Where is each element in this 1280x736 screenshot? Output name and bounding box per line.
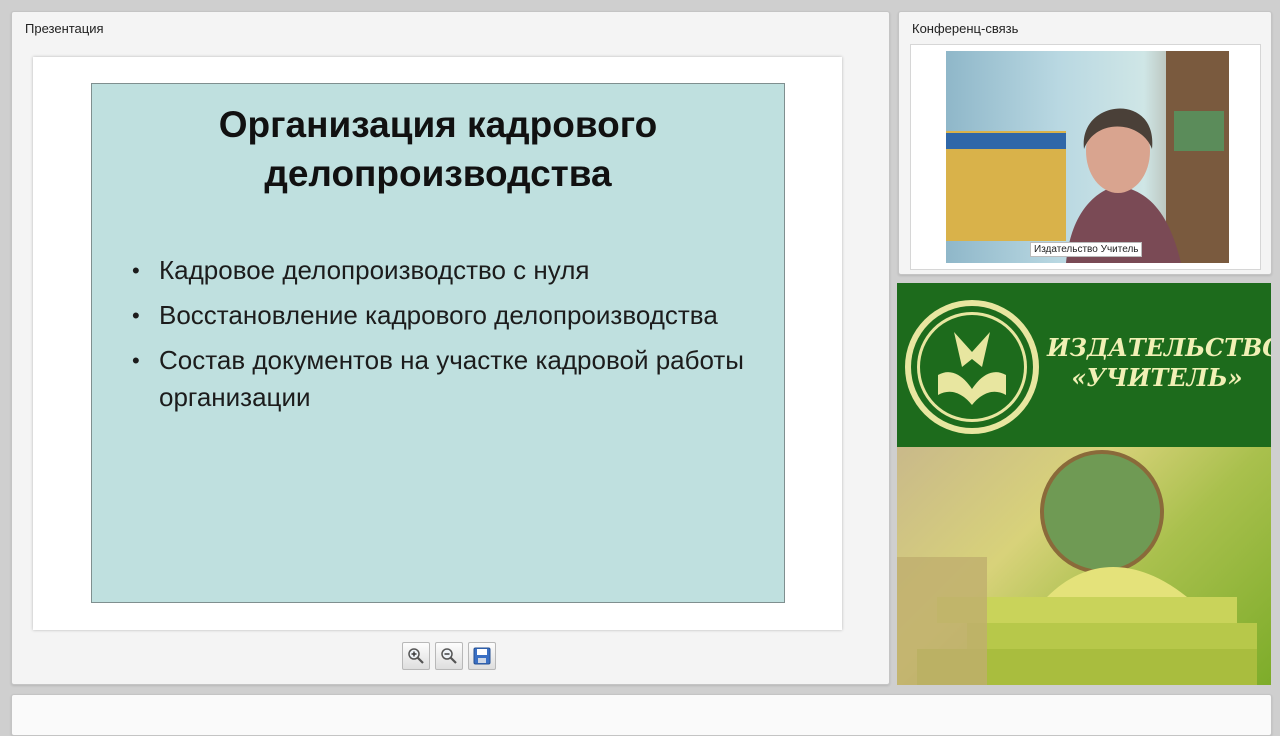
slide-title-line: Организация кадрового [218,104,658,145]
conference-panel-title: Конференц-связь [912,21,1019,36]
speaker-name-label: Издательство Учитель [1030,242,1143,257]
video-container: Издательство Учитель [910,44,1261,270]
zoom-in-button[interactable] [402,642,430,670]
slide-bullet-list: Кадровое делопроизводство с нуля Восстан… [132,252,772,424]
zoom-out-icon [441,648,457,664]
save-button[interactable] [468,642,496,670]
zoom-out-button[interactable] [435,642,463,670]
publisher-banner-header: ИЗДАТЕЛЬСТВО «УЧИТЕЛЬ» [897,283,1271,447]
presentation-panel-title: Презентация [25,21,104,36]
publisher-title-line: ИЗДАТЕЛЬСТВО [1047,333,1271,362]
slide-title: Организация кадрового делопроизводства [92,100,784,198]
speaker-video-image [946,51,1229,263]
slide-bullet: Восстановление кадрового делопроизводств… [132,297,772,334]
slide-bullet: Состав документов на участке кадровой ра… [132,342,772,416]
books-globe-illustration [897,450,1257,685]
conference-panel: Конференц-связь Издательство Учитель [898,11,1272,275]
publisher-banner: ИЗДАТЕЛЬСТВО «УЧИТЕЛЬ» [897,283,1271,685]
publisher-logo-icon [905,300,1039,434]
slide: Организация кадрового делопроизводства К… [91,83,785,603]
slide-bullet: Кадровое делопроизводство с нуля [132,252,772,289]
speaker-video: Издательство Учитель [946,51,1229,263]
save-icon [473,647,491,665]
slide-viewport: Организация кадрового делопроизводства К… [33,57,842,630]
zoom-in-icon [408,648,424,664]
presentation-panel: Презентация Организация кадрового делопр… [11,11,890,685]
books-globe-image [897,447,1271,685]
slide-title-line: делопроизводства [264,153,612,194]
bottom-panel [11,694,1272,736]
publisher-title: ИЗДАТЕЛЬСТВО «УЧИТЕЛЬ» [1047,333,1271,393]
publisher-title-line: «УЧИТЕЛЬ» [1071,363,1243,392]
